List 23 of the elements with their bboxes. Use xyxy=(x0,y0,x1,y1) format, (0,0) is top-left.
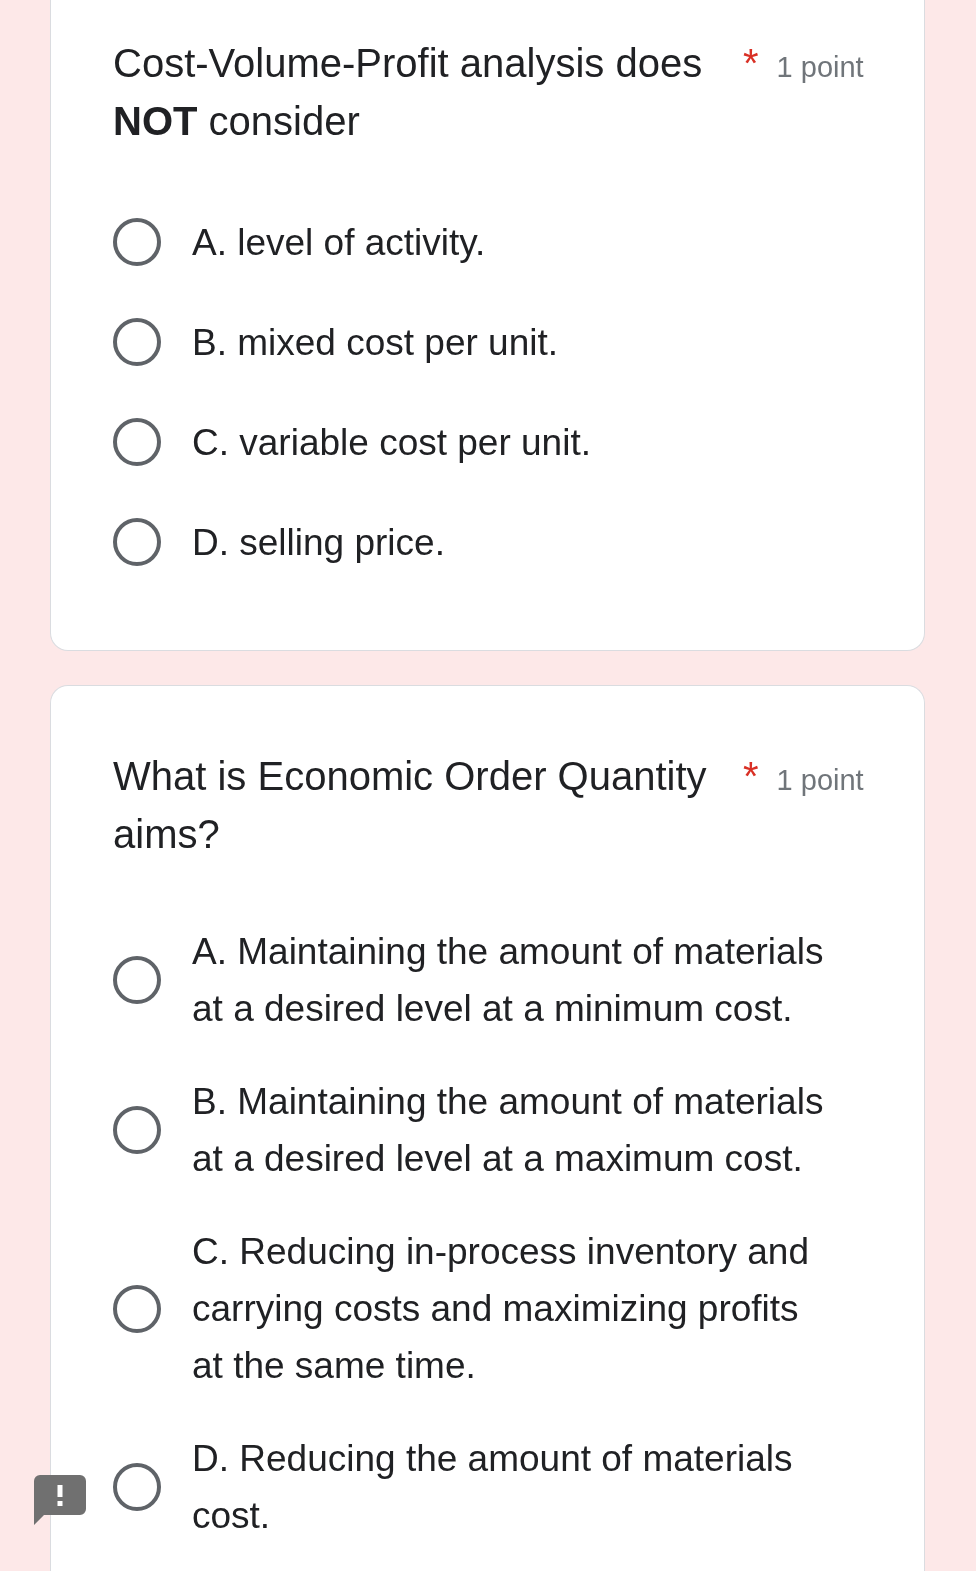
radio-button[interactable] xyxy=(113,318,161,366)
radio-button[interactable] xyxy=(113,518,161,566)
radio-button[interactable] xyxy=(113,418,161,466)
required-asterisk: * xyxy=(743,753,759,800)
radio-button[interactable] xyxy=(113,956,161,1004)
required-asterisk: * xyxy=(743,40,759,87)
radio-button[interactable] xyxy=(113,1463,161,1511)
option-label[interactable]: B. Maintaining the amount of materials at a desired level at a maximum cost. xyxy=(192,1073,824,1187)
radio-button[interactable] xyxy=(113,1106,161,1154)
option-label[interactable]: C. Reducing in-process inventory and carrying costs and maximizing profits at the same time. xyxy=(192,1223,809,1394)
question-title: Cost-Volume-Profit analysis does NOT consider xyxy=(113,40,704,145)
points-label: 1 point xyxy=(776,51,864,84)
question-title: What is Economic Order Quantity aims? xyxy=(113,753,708,858)
option-label[interactable]: A. level of activity. xyxy=(192,213,486,271)
option-label[interactable]: A. Maintaining the amount of materials at a desired level at a minimum cost. xyxy=(192,923,824,1037)
option-label[interactable]: D. Reducing the amount of materials cost. xyxy=(192,1430,793,1544)
radio-button[interactable] xyxy=(113,218,161,266)
points-label: 1 point xyxy=(776,764,864,797)
option-label[interactable]: C. variable cost per unit. xyxy=(192,413,591,471)
option-label[interactable]: D. selling price. xyxy=(192,513,445,571)
option-label[interactable]: B. mixed cost per unit. xyxy=(192,313,559,371)
radio-button[interactable] xyxy=(113,1284,161,1333)
alert-bubble-icon[interactable] xyxy=(34,1475,86,1525)
